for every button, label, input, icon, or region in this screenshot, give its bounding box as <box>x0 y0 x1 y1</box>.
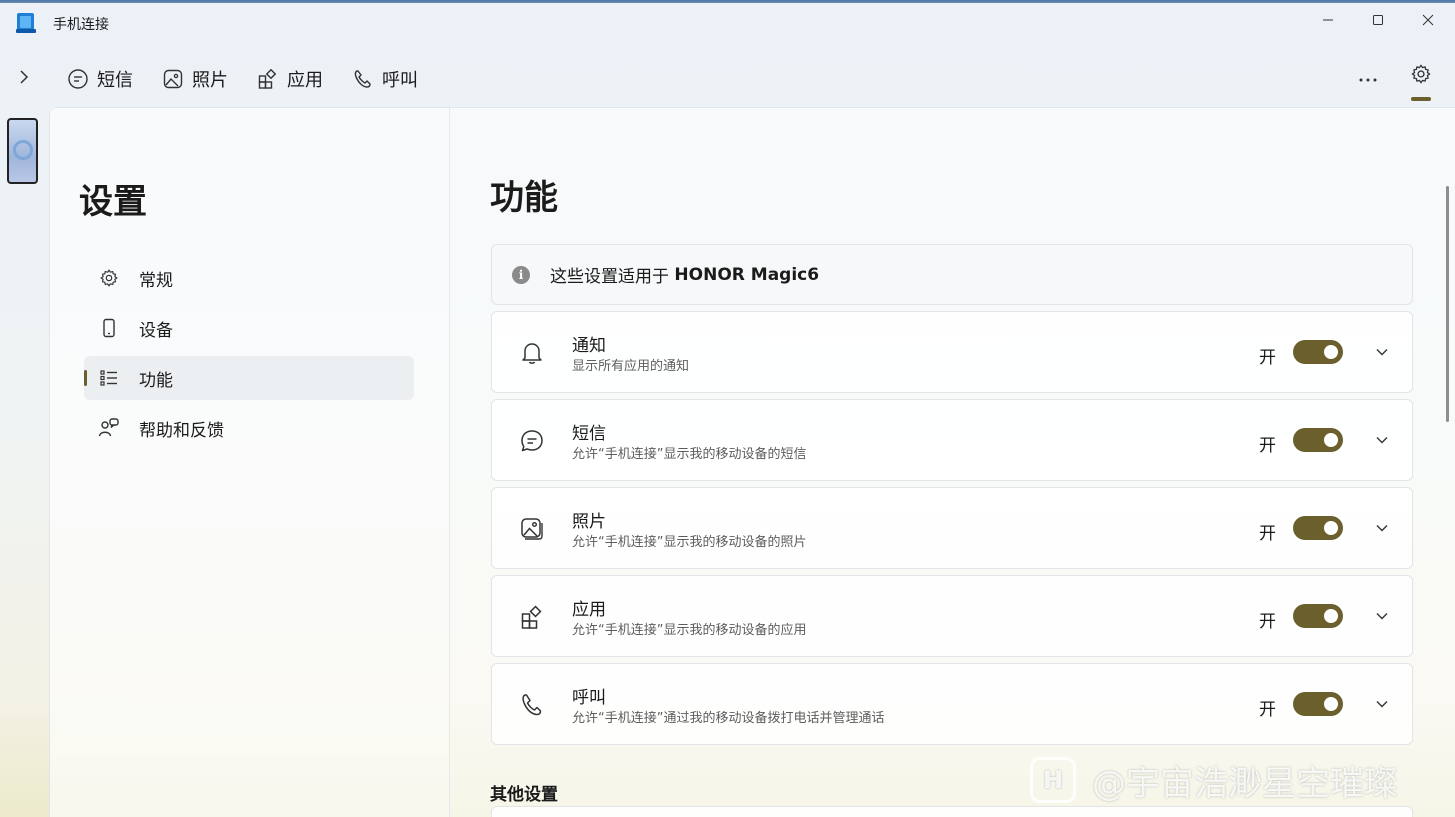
expand-devices-button[interactable] <box>12 65 36 89</box>
scrollbar[interactable] <box>1446 186 1449 422</box>
tab-label: 照片 <box>192 70 228 91</box>
sidebar-item-label: 常规 <box>139 270 173 291</box>
close-button[interactable] <box>1403 3 1453 37</box>
feature-title: 通知 <box>572 336 606 356</box>
expand-button[interactable] <box>1372 518 1392 538</box>
watermark-text: @宇宙浩渺星空璀璨 <box>1092 763 1398 804</box>
settings-sidebar: 设置 常规 设备 功能 帮助和反馈 <box>50 108 450 817</box>
photo-icon <box>163 69 183 89</box>
tab-label: 短信 <box>97 70 133 91</box>
expand-button[interactable] <box>1372 694 1392 714</box>
watermark: H @宇宙浩渺星空璀璨 <box>1030 755 1398 805</box>
info-icon: i <box>512 265 530 284</box>
feature-title: 短信 <box>572 424 606 444</box>
chevron-down-icon <box>1376 349 1388 356</box>
tab-photos[interactable]: 照片 <box>162 65 228 93</box>
feature-title: 呼叫 <box>572 688 606 708</box>
expand-button[interactable] <box>1372 606 1392 626</box>
toggle-state-label: 开 <box>1259 700 1276 720</box>
phone-link-app-icon <box>14 11 38 35</box>
info-bar: i 这些设置适用于 HONOR Magic6 <box>491 244 1413 305</box>
minimize-button[interactable] <box>1303 3 1353 37</box>
chevron-down-icon <box>1376 613 1388 620</box>
more-options-button[interactable] <box>1353 65 1383 95</box>
sidebar-item-features[interactable]: 功能 <box>84 356 414 400</box>
message-icon <box>68 69 88 89</box>
device-thumbnail[interactable] <box>7 118 38 184</box>
feature-title: 应用 <box>572 600 606 620</box>
feature-description: 显示所有应用的通知 <box>572 359 690 374</box>
active-tab-indicator <box>1411 97 1431 101</box>
feature-card-calls[interactable]: 呼叫 允许“手机连接”通过我的移动设备拨打电话并管理通话 开 <box>491 663 1413 745</box>
feature-description: 允许“手机连接”通过我的移动设备拨打电话并管理通话 <box>572 711 885 726</box>
tab-label: 呼叫 <box>382 70 418 91</box>
feature-card-notifications[interactable]: 通知 显示所有应用的通知 开 <box>491 311 1413 393</box>
feature-title: 照片 <box>572 512 606 532</box>
calls-toggle[interactable] <box>1293 692 1343 716</box>
notifications-toggle[interactable] <box>1293 340 1343 364</box>
title-bar: 手机连接 <box>0 3 1455 43</box>
maximize-button[interactable] <box>1353 3 1403 37</box>
sidebar-item-device[interactable]: 设备 <box>84 306 414 350</box>
tab-label: 应用 <box>287 70 323 91</box>
settings-panel: 设置 常规 设备 功能 帮助和反馈 功能 i 这些设置适用于 HONOR Mag… <box>49 107 1455 817</box>
page-title: 功能 <box>490 178 558 218</box>
expand-button[interactable] <box>1372 342 1392 362</box>
other-settings-heading: 其他设置 <box>490 785 558 805</box>
sidebar-item-general[interactable]: 常规 <box>84 256 414 300</box>
apps-toggle[interactable] <box>1293 604 1343 628</box>
device-icon <box>98 317 120 339</box>
other-settings-card[interactable] <box>491 806 1413 817</box>
chevron-down-icon <box>1376 701 1388 708</box>
phone-icon <box>354 70 371 88</box>
settings-button[interactable] <box>1406 63 1436 99</box>
phone-link-window: 手机连接 短信 照片 应用 呼叫 设置 常规 设备 功能 帮助和反馈 功能 i … <box>0 3 1455 817</box>
chevron-down-icon <box>1376 437 1388 444</box>
gear-icon <box>98 267 120 289</box>
wallpaper-ring-icon <box>13 140 33 160</box>
sidebar-item-help[interactable]: 帮助和反馈 <box>84 406 414 450</box>
message-icon <box>518 427 546 455</box>
chevron-down-icon <box>1376 525 1388 532</box>
chevron-right-icon <box>20 70 29 84</box>
toggle-state-label: 开 <box>1259 436 1276 456</box>
info-device-name: HONOR Magic6 <box>674 264 820 285</box>
feature-description: 允许“手机连接”显示我的移动设备的应用 <box>572 623 807 638</box>
toggle-state-label: 开 <box>1259 348 1276 368</box>
settings-title: 设置 <box>79 182 147 222</box>
feature-description: 允许“手机连接”显示我的移动设备的短信 <box>572 447 807 462</box>
help-feedback-icon <box>98 417 120 439</box>
minimize-icon <box>1323 19 1333 21</box>
more-icon <box>1359 78 1377 82</box>
messages-toggle[interactable] <box>1293 428 1343 452</box>
bell-icon <box>518 339 546 367</box>
close-icon <box>1422 14 1434 26</box>
apps-icon <box>258 68 277 89</box>
feature-card-apps[interactable]: 应用 允许“手机连接”显示我的移动设备的应用 开 <box>491 575 1413 657</box>
toggle-state-label: 开 <box>1259 612 1276 632</box>
gear-icon <box>1411 64 1431 84</box>
tab-calls[interactable]: 呼叫 <box>352 65 418 93</box>
apps-icon <box>518 603 546 631</box>
sidebar-item-label: 帮助和反馈 <box>139 420 224 441</box>
list-icon <box>98 367 120 389</box>
tab-apps[interactable]: 应用 <box>257 65 323 93</box>
feature-description: 允许“手机连接”显示我的移动设备的照片 <box>572 535 807 550</box>
feature-card-messages[interactable]: 短信 允许“手机连接”显示我的移动设备的短信 开 <box>491 399 1413 481</box>
tab-messages[interactable]: 短信 <box>67 65 133 93</box>
toggle-state-label: 开 <box>1259 524 1276 544</box>
window-title: 手机连接 <box>53 17 109 33</box>
phone-icon <box>518 691 546 719</box>
photo-icon <box>518 515 546 543</box>
sidebar-item-label: 功能 <box>139 370 173 391</box>
sidebar-item-label: 设备 <box>139 320 173 341</box>
top-nav: 短信 照片 应用 呼叫 <box>0 55 1455 103</box>
maximize-icon <box>1373 15 1383 25</box>
info-text: 这些设置适用于 <box>550 267 675 287</box>
feature-card-photos[interactable]: 照片 允许“手机连接”显示我的移动设备的照片 开 <box>491 487 1413 569</box>
watermark-logo-icon: H <box>1030 757 1076 803</box>
photos-toggle[interactable] <box>1293 516 1343 540</box>
expand-button[interactable] <box>1372 430 1392 450</box>
